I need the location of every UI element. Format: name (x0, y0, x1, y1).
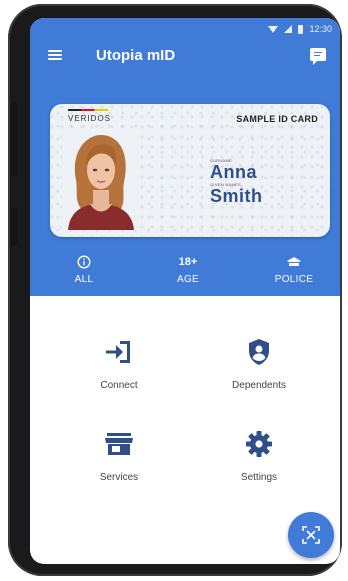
battery-icon (298, 24, 304, 34)
tile-dependents[interactable]: Dependents (194, 338, 324, 391)
tile-services-label: Services (99, 472, 139, 483)
info-label-police: POLICE (274, 274, 314, 285)
age-verification-row: ALL 18+ AGE POLICE (30, 254, 340, 294)
info-label-all: ALL (74, 274, 94, 285)
id-card[interactable]: VERIDOS SAMPLE ID CARD SURNAME Anna GIVE… (50, 104, 330, 237)
tile-connect-label: Connect (100, 380, 138, 391)
police-cap-icon (287, 257, 301, 266)
shield-user-icon (249, 339, 269, 365)
info-icon (77, 255, 91, 269)
info-item-age[interactable]: 18+ AGE (158, 254, 218, 285)
app-bar: Utopia mID (30, 44, 340, 68)
phone-frame: 12:30 Utopia mID VERIDOS SAMPLE ID CARD (8, 4, 342, 576)
signal-icon (284, 25, 293, 33)
status-bar: 12:30 (268, 22, 332, 36)
given-names-value: Smith (210, 186, 263, 206)
volume-button (10, 102, 18, 176)
card-brand: VERIDOS (68, 114, 112, 123)
tile-settings-label: Settings (240, 472, 278, 483)
status-time: 12:30 (309, 24, 332, 34)
age-threshold: 18+ (178, 256, 198, 268)
gear-icon (246, 431, 272, 457)
tile-services[interactable]: Services (54, 430, 184, 483)
tile-settings[interactable]: Settings (194, 430, 324, 483)
menu-icon[interactable] (48, 50, 62, 60)
phone-screen: 12:30 Utopia mID VERIDOS SAMPLE ID CARD (30, 18, 340, 564)
power-button (10, 208, 18, 246)
storefront-icon (105, 433, 133, 455)
tile-dependents-label: Dependents (232, 380, 286, 391)
chat-icon[interactable] (310, 48, 326, 65)
app-title: Utopia mID (96, 47, 176, 64)
portrait-photo (62, 130, 138, 230)
info-item-police[interactable]: POLICE (264, 254, 324, 285)
card-type: SAMPLE ID CARD (236, 114, 318, 124)
brand-stripe (68, 109, 108, 111)
app-screenshot: 12:30 Utopia mID VERIDOS SAMPLE ID CARD (0, 0, 348, 581)
login-icon (106, 341, 130, 363)
info-item-all[interactable]: ALL (54, 254, 114, 285)
wifi-icon (268, 25, 279, 33)
tile-connect[interactable]: Connect (54, 338, 184, 391)
scan-button[interactable] (288, 512, 334, 558)
info-label-age: AGE (176, 274, 200, 285)
scan-icon (302, 526, 320, 544)
surname-value: Anna (210, 162, 257, 182)
